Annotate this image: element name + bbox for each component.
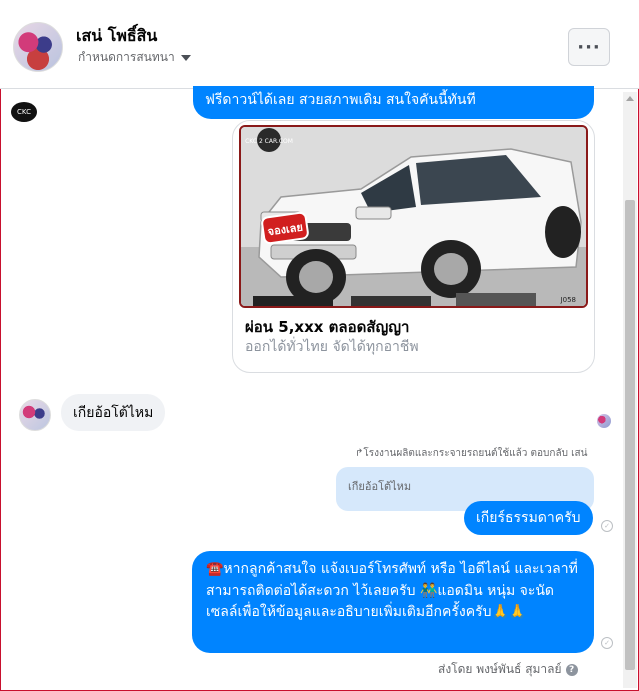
card-subtitle: ออกได้ทั่วไทย จัดได้ทุกอาชีพ <box>245 339 419 355</box>
car-listing-card[interactable]: CKC 2 CAR.COM จองเลย J058 ผ่อน 5,xxx ตลอ… <box>232 120 595 373</box>
message-bubble-outgoing: ☎️หากลูกค้าสนใจ แจ้งเบอร์โทรศัพท์ หรือ ไ… <box>192 551 594 653</box>
message-text: ฟรีดาวน์ได้เลย สวยสภาพเดิม สนใจคันนี้ทัน… <box>205 92 476 108</box>
schedule-label: กำหนดการสนทนา <box>78 50 175 64</box>
message-bubble-outgoing: ฟรีดาวน์ได้เลย สวยสภาพเดิม สนใจคันนี้ทัน… <box>193 86 594 119</box>
message-text: เกียอ้อโต้ไหม <box>73 404 154 421</box>
page-logo-icon: CKC <box>11 102 37 122</box>
help-icon[interactable]: ? <box>565 663 578 676</box>
sender-avatar[interactable] <box>19 399 51 431</box>
contact-name[interactable]: เสน่ โพธิ์สิน <box>76 24 157 49</box>
conversation-header: เสน่ โพธิ์สิน กำหนดการสนทนา ··· <box>0 0 639 89</box>
sent-by-text: ส่งโดย พงษ์พันธ์ สุมาลย์ <box>438 662 562 676</box>
reply-context-text: โรงงานผลิตและกระจายรถยนต์ใช้แล้ว ตอบกลับ… <box>363 448 588 459</box>
caret-down-icon <box>180 54 191 61</box>
contact-avatar[interactable] <box>13 22 63 72</box>
message-text: ☎️หากลูกค้าสนใจ แจ้งเบอร์โทรศัพท์ หรือ ไ… <box>206 561 578 620</box>
pickup-truck-illustration: CKC 2 CAR.COM จองเลย J058 <box>241 127 586 306</box>
sent-by-label: ส่งโดย พงษ์พันธ์ สุมาลย์ ? <box>438 660 578 679</box>
message-text: เกียร์ธรรมดาครับ <box>476 509 581 526</box>
message-bubble-outgoing: เกียร์ธรรมดาครับ <box>464 501 593 535</box>
car-image[interactable]: CKC 2 CAR.COM จองเลย J058 <box>239 125 588 308</box>
scrollbar-thumb[interactable] <box>625 200 635 670</box>
scroll-up-icon[interactable] <box>626 96 634 101</box>
delivered-check-icon: ✓ <box>601 520 613 532</box>
schedule-dropdown[interactable]: กำหนดการสนทนา <box>78 48 191 67</box>
more-options-button[interactable]: ··· <box>568 28 610 66</box>
quoted-text: เกียอ้อโต้ไหม <box>348 480 412 493</box>
reply-context-note: ↱โรงงานผลิตและกระจายรถยนต์ใช้แล้ว ตอบกลั… <box>355 446 587 461</box>
seen-avatar <box>597 414 611 428</box>
message-bubble-incoming: เกียอ้อโต้ไหม <box>61 394 166 431</box>
image-code-text: J058 <box>560 296 576 304</box>
image-logo-text: CKC 2 CAR.COM <box>245 138 293 145</box>
delivered-check-icon: ✓ <box>601 637 613 649</box>
